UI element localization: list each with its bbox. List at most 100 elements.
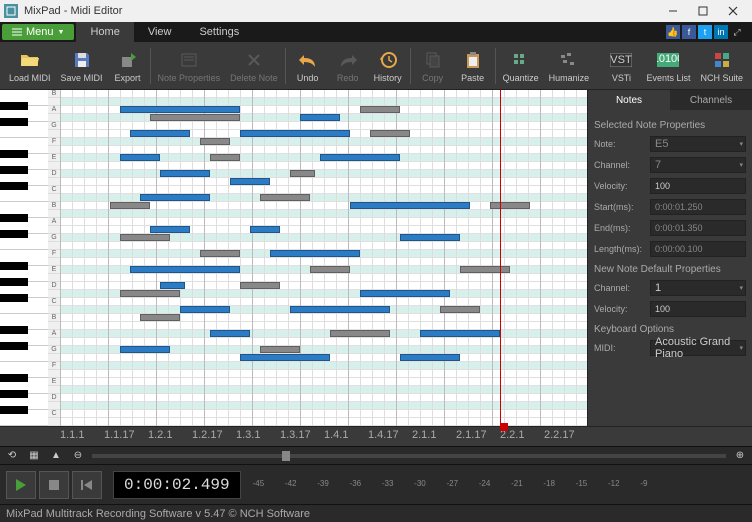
twitter-icon[interactable]: t (698, 25, 712, 39)
time-ruler[interactable]: 1.1.11.1.171.2.11.2.171.3.11.3.171.4.11.… (0, 426, 752, 446)
midi-note[interactable] (360, 106, 400, 113)
note-grid[interactable] (60, 90, 587, 426)
midi-note[interactable] (140, 194, 210, 201)
expand-icon[interactable]: ⤢ (730, 25, 744, 39)
view-bar: ⟲ ▦ ▲ ⊖ ⊕ (0, 446, 752, 464)
tab-home[interactable]: Home (76, 22, 133, 42)
piano-keyboard[interactable] (0, 90, 48, 426)
midi-note[interactable] (210, 330, 250, 337)
tab-settings[interactable]: Settings (185, 22, 253, 42)
midi-note[interactable] (320, 154, 400, 161)
loop-icon[interactable]: ⟲ (4, 449, 20, 463)
play-button[interactable] (6, 471, 36, 499)
menu-button[interactable]: Menu ▼ (2, 24, 74, 40)
facebook-icon[interactable]: f (682, 25, 696, 39)
humanize-icon (558, 49, 580, 71)
midi-note[interactable] (460, 266, 510, 273)
midi-note[interactable] (230, 178, 270, 185)
note-properties-button: Note Properties (153, 44, 226, 88)
midi-note[interactable] (120, 290, 180, 297)
midi-note[interactable] (440, 306, 480, 313)
midi-note[interactable] (160, 170, 210, 177)
midi-note[interactable] (360, 290, 450, 297)
velocity-input[interactable]: 100 (650, 178, 746, 194)
tab-view[interactable]: View (134, 22, 186, 42)
undo-button[interactable]: Undo (288, 44, 328, 88)
midi-note[interactable] (310, 266, 350, 273)
tab-notes[interactable]: Notes (588, 90, 670, 110)
end-input[interactable]: 0:00:01.350 (650, 220, 746, 236)
midi-note[interactable] (240, 354, 330, 361)
midi-note[interactable] (210, 154, 240, 161)
midi-note[interactable] (120, 154, 160, 161)
note-select[interactable]: E5▾ (650, 136, 746, 152)
save-midi-button[interactable]: Save MIDI (56, 44, 108, 88)
nch-suite-button[interactable]: NCH Suite (695, 44, 748, 88)
start-input[interactable]: 0:00:01.250 (650, 199, 746, 215)
midi-note[interactable] (400, 234, 460, 241)
minimize-button[interactable] (658, 0, 688, 22)
midi-note[interactable] (200, 250, 240, 257)
midi-note[interactable] (250, 226, 280, 233)
midi-note[interactable] (130, 130, 190, 137)
metronome-icon[interactable]: ▲ (48, 449, 64, 463)
events-list-button[interactable]: 10100Events List (641, 44, 695, 88)
tab-channels[interactable]: Channels (670, 90, 752, 110)
midi-note[interactable] (200, 138, 230, 145)
vsti-button[interactable]: VSTVSTi (601, 44, 641, 88)
history-button[interactable]: History (368, 44, 408, 88)
midi-note[interactable] (120, 106, 240, 113)
midi-note[interactable] (260, 194, 310, 201)
midi-note[interactable] (180, 306, 230, 313)
midi-note[interactable] (290, 170, 315, 177)
midi-note[interactable] (160, 282, 185, 289)
midi-note[interactable] (420, 330, 500, 337)
midi-note[interactable] (120, 234, 170, 241)
midi-note[interactable] (270, 250, 360, 257)
midi-note[interactable] (330, 330, 390, 337)
midi-note[interactable] (370, 130, 410, 137)
main-area: BAGFEDCBAGFEDCBAGFEDC Notes Channels Sel… (0, 90, 752, 426)
midi-note[interactable] (150, 226, 190, 233)
close-button[interactable] (718, 0, 748, 22)
like-icon[interactable]: 👍 (666, 25, 680, 39)
film-icon[interactable]: ▦ (26, 449, 42, 463)
stop-button[interactable] (39, 471, 69, 499)
folder-open-icon (19, 49, 41, 71)
midi-note[interactable] (130, 266, 240, 273)
midi-note[interactable] (300, 114, 340, 121)
midi-note[interactable] (240, 130, 350, 137)
rewind-button[interactable] (72, 471, 102, 499)
redo-button: Redo (328, 44, 368, 88)
midi-note[interactable] (290, 306, 390, 313)
midi-note[interactable] (350, 202, 470, 209)
midi-note[interactable] (490, 202, 530, 209)
midi-note[interactable] (120, 346, 170, 353)
midi-note[interactable] (400, 354, 460, 361)
chevron-down-icon: ▼ (58, 29, 65, 36)
zoom-out-icon[interactable]: ⊖ (70, 449, 86, 463)
channel-select[interactable]: 7▾ (650, 157, 746, 173)
playhead-marker[interactable] (500, 423, 508, 431)
default-velocity-input[interactable]: 100 (650, 301, 746, 317)
export-button[interactable]: Export (108, 44, 148, 88)
paste-button[interactable]: Paste (453, 44, 493, 88)
zoom-slider[interactable] (92, 454, 726, 458)
linkedin-icon[interactable]: in (714, 25, 728, 39)
quantize-button[interactable]: Quantize (498, 44, 544, 88)
length-input[interactable]: 0:00:00.100 (650, 241, 746, 257)
playhead[interactable] (500, 90, 501, 426)
save-icon (71, 49, 93, 71)
load-midi-button[interactable]: Load MIDI (4, 44, 56, 88)
midi-note[interactable] (110, 202, 150, 209)
midi-instrument-select[interactable]: Acoustic Grand Piano▾ (650, 340, 746, 356)
midi-note[interactable] (140, 314, 180, 321)
maximize-button[interactable] (688, 0, 718, 22)
midi-note[interactable] (240, 282, 280, 289)
status-text: MixPad Multitrack Recording Software v 5… (6, 508, 310, 520)
midi-note[interactable] (150, 114, 240, 121)
humanize-button[interactable]: Humanize (544, 44, 595, 88)
default-channel-select[interactable]: 1▾ (650, 280, 746, 296)
midi-note[interactable] (260, 346, 300, 353)
zoom-in-icon[interactable]: ⊕ (732, 449, 748, 463)
